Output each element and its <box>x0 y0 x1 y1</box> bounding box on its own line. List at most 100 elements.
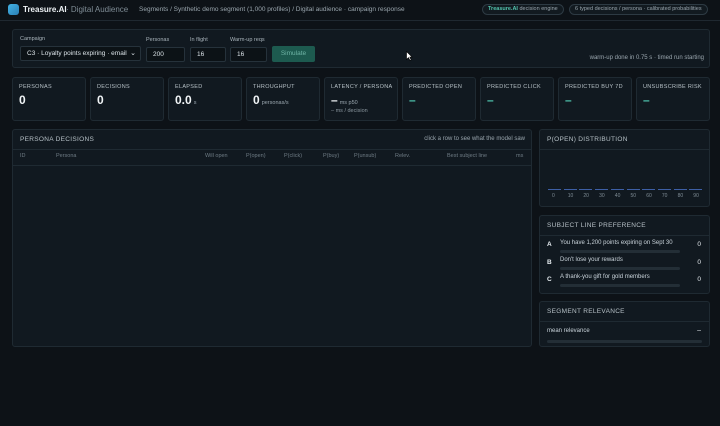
subject-value: 0 <box>697 259 701 266</box>
column-header[interactable]: Persona <box>56 153 77 159</box>
kpi-value: – <box>643 93 650 107</box>
kpi-card-throughput: THROUGHPUT 0 personas/s <box>246 77 320 121</box>
distribution-bar <box>689 189 703 190</box>
column-header[interactable]: P(unsub) <box>354 153 376 159</box>
relevance-label: mean relevance <box>547 328 590 334</box>
kpi-value: – ms p50 <box>331 93 358 107</box>
subject-title: SUBJECT LINE PREFERENCE <box>547 222 646 229</box>
logo-icon <box>8 4 19 15</box>
column-header[interactable]: P(buy) <box>323 153 339 159</box>
kpi-card-unsubscribe-risk: UNSUBSCRIBE RISK – <box>636 77 710 121</box>
chevron-down-icon: ⌄ <box>130 50 136 57</box>
subject-letter: C <box>547 276 552 283</box>
kpi-label: ELAPSED <box>175 84 203 90</box>
inflight-label: In flight <box>190 37 208 43</box>
column-header[interactable]: Relev. <box>395 153 410 159</box>
kpi-value: 0 personas/s <box>253 93 289 107</box>
kpi-card-predicted-open: PREDICTED OPEN – <box>402 77 476 121</box>
top-bar: Treasure.AI · Digital Audience Segments … <box>0 0 720 21</box>
breadcrumb[interactable]: Segments / Synthetic demo segment (1,000… <box>139 6 405 13</box>
warmup-input[interactable]: 16 <box>230 47 267 62</box>
decisions-hint: click a row to see what the model saw <box>424 136 525 142</box>
kpi-label: PREDICTED BUY 7D <box>565 84 623 90</box>
simulate-button[interactable]: Simulate <box>272 46 315 62</box>
subject-letter: B <box>547 259 552 266</box>
kpi-value: – <box>565 93 572 107</box>
kpi-card-latency-persona: LATENCY / PERSONA – ms p50– ms / decision <box>324 77 398 121</box>
distribution-panel: P(OPEN) DISTRIBUTION <box>539 129 710 207</box>
segment-relevance-panel: SEGMENT RELEVANCE mean relevance – <box>539 301 710 347</box>
subject-text: A thank-you gift for gold members <box>560 274 650 280</box>
inflight-input[interactable]: 16 <box>190 47 226 62</box>
distribution-tick-label: 90 <box>693 193 699 199</box>
distribution-tick-label: 80 <box>677 193 684 199</box>
distribution-bar <box>610 189 624 190</box>
distribution-bar <box>548 189 561 190</box>
distribution-bar <box>673 189 687 190</box>
kpi-unit: s <box>193 100 197 106</box>
kpi-label: LATENCY / PERSONA <box>331 84 393 90</box>
distribution-title: P(OPEN) DISTRIBUTION <box>547 136 628 143</box>
kpi-value: 0.0 s <box>175 93 197 107</box>
kpi-subtext: – ms / decision <box>331 108 368 114</box>
column-header[interactable]: Best subject line <box>447 153 487 159</box>
kpi-label: DECISIONS <box>97 84 130 90</box>
kpi-label: THROUGHPUT <box>253 84 295 90</box>
personas-input[interactable]: 200 <box>146 47 185 62</box>
relevance-bar <box>547 340 702 343</box>
subject-value: 0 <box>697 241 701 248</box>
distribution-tick-label: 0 <box>552 193 555 199</box>
divider <box>540 235 709 236</box>
campaign-select[interactable]: C3 · Loyalty points expiring · email ⌄ <box>20 46 141 61</box>
kpi-value: – <box>487 93 494 107</box>
divider <box>13 165 531 166</box>
distribution-tick-label: 30 <box>599 193 605 199</box>
column-header[interactable]: ms <box>516 153 523 159</box>
mouse-cursor-icon <box>406 51 413 61</box>
persona-decisions-panel: PERSONA DECISIONS click a row to see wha… <box>12 129 532 347</box>
kpi-card-personas: PERSONAS 0 <box>12 77 86 121</box>
decisions-title: PERSONA DECISIONS <box>20 136 95 143</box>
divider <box>540 321 709 322</box>
subject-bar <box>560 284 680 287</box>
brand-section: · Digital Audience <box>66 5 129 14</box>
info-badge: 6 typed decisions / persona · calibrated… <box>569 4 708 15</box>
column-header[interactable]: P(click) <box>284 153 302 159</box>
distribution-tick-label: 10 <box>567 193 574 199</box>
kpi-card-decisions: DECISIONS 0 <box>90 77 164 121</box>
kpi-label: UNSUBSCRIBE RISK <box>643 84 702 90</box>
brand-name: Treasure.AI <box>23 5 67 14</box>
column-header[interactable]: ID <box>20 153 26 159</box>
kpi-card-predicted-buy-7d: PREDICTED BUY 7D – <box>558 77 632 121</box>
divider <box>540 149 709 150</box>
warmup-label: Warm-up reqs <box>230 37 265 43</box>
distribution-bar <box>626 189 640 190</box>
kpi-value: 0 <box>97 93 104 107</box>
kpi-card-elapsed: ELAPSED 0.0 s <box>168 77 242 121</box>
kpi-value: – <box>409 93 416 107</box>
relevance-value: – <box>697 327 701 334</box>
engine-badge: Treasure.AI decision engine <box>482 4 564 15</box>
distribution-bar <box>657 189 671 190</box>
subject-letter: A <box>547 241 552 248</box>
subject-bar <box>560 267 680 270</box>
kpi-unit: ms p50 <box>339 100 358 106</box>
kpi-value: 0 <box>19 93 26 107</box>
distribution-bar <box>595 189 609 190</box>
kpi-card-predicted-click: PREDICTED CLICK – <box>480 77 554 121</box>
distribution-tick-label: 20 <box>583 193 589 199</box>
status-text: warm-up done in 0.75 s · timed run start… <box>589 55 704 61</box>
campaign-label: Campaign <box>20 36 46 42</box>
divider <box>13 149 531 150</box>
distribution-bar <box>579 189 593 190</box>
column-header[interactable]: Will open <box>205 153 228 159</box>
distribution-bar <box>642 189 656 190</box>
subject-text: Don't lose your rewards <box>560 257 623 263</box>
distribution-tick-label: 40 <box>614 193 621 199</box>
column-header[interactable]: P(open) <box>246 153 266 159</box>
distribution-tick-label: 60 <box>646 193 652 199</box>
kpi-unit: personas/s <box>261 100 289 106</box>
personas-label: Personas <box>146 37 170 43</box>
kpi-label: PREDICTED OPEN <box>409 84 463 90</box>
distribution-tick-label: 70 <box>661 193 668 199</box>
